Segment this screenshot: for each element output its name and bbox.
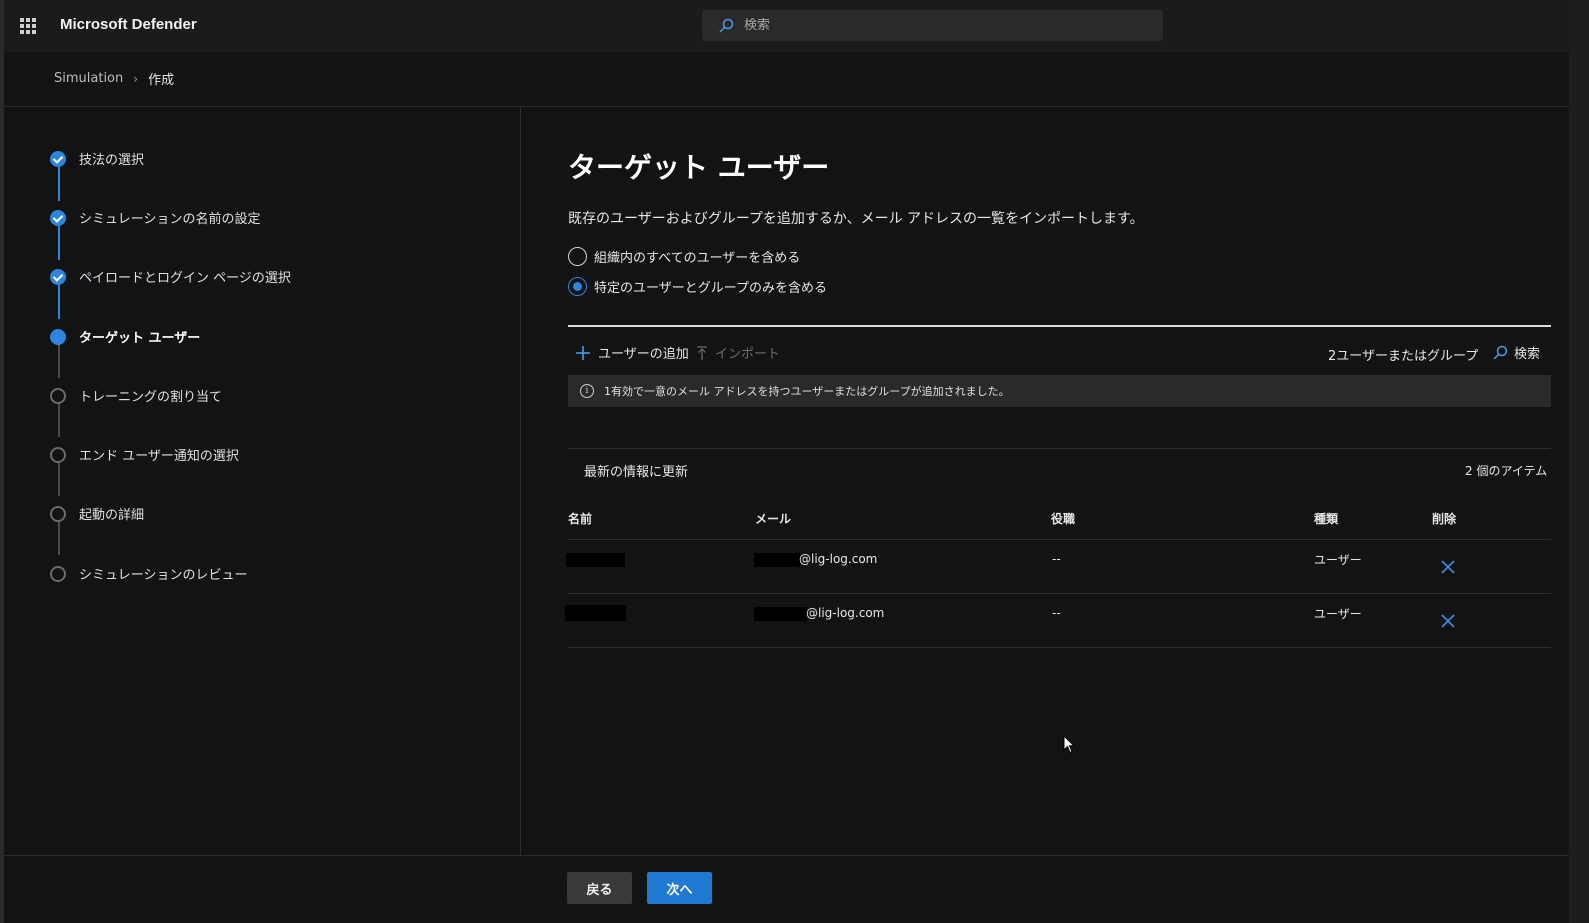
step-connector: [58, 285, 60, 319]
header-divider-line: [568, 539, 1551, 540]
list-search-button[interactable]: 検索: [1492, 343, 1540, 362]
step-connector: [58, 521, 60, 555]
step-connector: [58, 403, 60, 437]
column-header-email[interactable]: メール: [755, 510, 791, 527]
list-search-label: 検索: [1514, 347, 1541, 362]
refresh-button[interactable]: 最新の情報に更新: [584, 461, 688, 480]
step-label: シミュレーションの名前の設定: [79, 212, 261, 227]
window-left-edge: [0, 0, 4, 923]
step-launch-details: 起動の詳細: [50, 504, 144, 523]
footer-divider: [4, 855, 1569, 856]
close-icon[interactable]: [1440, 613, 1456, 629]
item-count: 2 個のアイテム: [1465, 464, 1548, 478]
check-icon: [50, 268, 66, 285]
app-launcher-icon[interactable]: [20, 18, 36, 34]
pending-step-icon: [50, 565, 66, 582]
breadcrumb: Simulation › 作成: [54, 69, 174, 88]
upload-arrow-icon: [697, 345, 707, 360]
search-icon: [1493, 345, 1508, 360]
step-target-users[interactable]: ターゲット ユーザー: [50, 327, 200, 346]
step-name[interactable]: シミュレーションの名前の設定: [50, 208, 260, 227]
list-divider: [568, 448, 1551, 449]
step-notification: エンド ユーザー通知の選択: [50, 445, 239, 464]
step-label: シミュレーションのレビュー: [79, 568, 248, 583]
radio-label: 特定のユーザーとグループのみを含める: [594, 281, 827, 296]
radio-label: 組織内のすべてのユーザーを含める: [594, 251, 801, 266]
column-header-name[interactable]: 名前: [568, 510, 592, 527]
step-label: 起動の詳細: [79, 508, 145, 523]
step-label: 技法の選択: [79, 153, 145, 168]
radio-all-users[interactable]: 組織内のすべてのユーザーを含める: [568, 247, 800, 266]
step-label: トレーニングの割り当て: [79, 390, 223, 405]
page-title: ターゲット ユーザー: [568, 151, 830, 184]
next-button[interactable]: 次へ: [647, 872, 712, 904]
pending-step-icon: [50, 446, 66, 463]
stepper-divider: [520, 107, 521, 855]
import-label: インポート: [715, 347, 781, 362]
close-icon[interactable]: [1440, 559, 1456, 575]
step-connector: [58, 462, 60, 496]
radio-button[interactable]: [568, 277, 587, 296]
column-header-delete: 削除: [1432, 512, 1457, 526]
radio-specific-users[interactable]: 特定のユーザーとグループのみを含める: [568, 277, 827, 296]
breadcrumb-root[interactable]: Simulation: [54, 71, 123, 86]
add-user-button[interactable]: ユーザーの追加: [574, 343, 689, 362]
selected-count: 2ユーザーまたはグループ: [1328, 349, 1479, 364]
info-icon: i: [580, 384, 594, 398]
import-button[interactable]: インポート: [695, 343, 780, 362]
column-header-type[interactable]: 種類: [1314, 510, 1338, 527]
plus-icon: [576, 345, 590, 360]
row-divider: [568, 593, 1551, 594]
top-bar: Microsoft Defender: [4, 0, 1569, 52]
pending-step-icon: [50, 505, 66, 522]
page-description: 既存のユーザーおよびグループを追加するか、メール アドレスの一覧をインポートしま…: [568, 211, 1144, 227]
row-divider: [568, 647, 1551, 648]
search-icon: [719, 18, 734, 33]
role-cell: --: [1052, 606, 1061, 620]
step-connector: [58, 167, 60, 201]
type-cell: ユーザー: [1314, 553, 1362, 567]
type-cell: ユーザー: [1314, 607, 1362, 621]
info-message-bar: i 1有効で一意のメール アドレスを持つユーザーまたはグループが追加されました。: [568, 375, 1551, 407]
global-search[interactable]: [702, 10, 1163, 41]
column-header-role[interactable]: 役職: [1051, 510, 1075, 527]
step-connector: [58, 344, 60, 378]
redacted-email-prefix: [754, 553, 800, 567]
global-search-input[interactable]: [744, 18, 1124, 33]
redacted-email-prefix: [754, 607, 807, 621]
mouse-cursor-icon: [1063, 735, 1076, 754]
step-label: ペイロードとログイン ページの選択: [79, 271, 291, 286]
header-divider: [4, 106, 1569, 107]
redacted-name: [565, 605, 626, 621]
redacted-name: [566, 553, 625, 567]
step-label: ターゲット ユーザー: [79, 331, 201, 346]
chevron-right-icon: ›: [133, 71, 139, 86]
step-review: シミュレーションのレビュー: [50, 564, 247, 583]
breadcrumb-current: 作成: [148, 73, 175, 88]
add-user-label: ユーザーの追加: [598, 347, 689, 362]
toolbar-top-border: [568, 325, 1551, 327]
email-cell: @lig-log.com: [806, 606, 885, 620]
info-message: 1有効で一意のメール アドレスを持つユーザーまたはグループが追加されました。: [604, 385, 1010, 398]
step-payload[interactable]: ペイロードとログイン ページの選択: [50, 267, 291, 286]
app-title[interactable]: Microsoft Defender: [60, 16, 197, 33]
email-cell: @lig-log.com: [799, 552, 878, 566]
step-label: エンド ユーザー通知の選択: [79, 449, 239, 464]
check-icon: [50, 150, 66, 167]
current-step-icon: [50, 328, 66, 345]
step-training: トレーニングの割り当て: [50, 386, 222, 405]
role-cell: --: [1052, 552, 1061, 566]
check-icon: [50, 209, 66, 226]
window-right-edge: [1569, 0, 1589, 923]
radio-button[interactable]: [568, 247, 587, 266]
pending-step-icon: [50, 387, 66, 404]
step-technique[interactable]: 技法の選択: [50, 149, 144, 168]
back-button[interactable]: 戻る: [567, 872, 632, 904]
step-connector: [58, 226, 60, 260]
